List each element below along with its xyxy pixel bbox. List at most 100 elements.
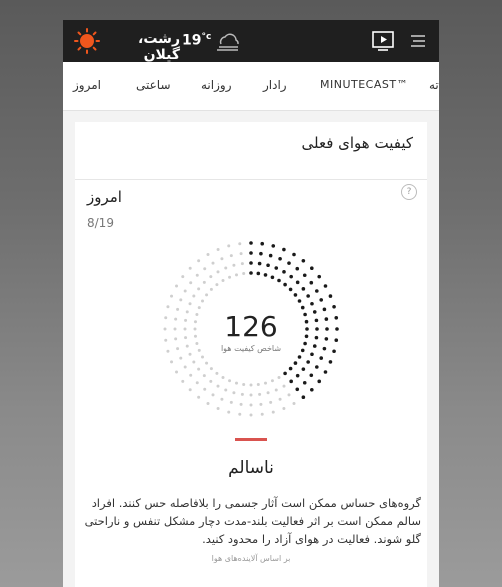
aqi-dial-dot [289,379,293,384]
aqi-dial-dot [184,318,188,322]
aqi-dial-dot [295,280,300,285]
aqi-dial-dot [203,267,207,271]
aqi-dial-dot [175,284,179,288]
location-name[interactable]: رشت، گیلان [106,31,180,63]
aqi-dial-dot [319,356,324,360]
current-temperature: 19°c [182,32,211,49]
status-indicator-bar [235,438,267,441]
aqi-dial-dot [239,402,243,406]
aqi-dial-dot [310,388,314,392]
aqi-dial-dot [315,289,319,293]
aqi-dial-dot [240,392,244,396]
aqi-description: گروه‌های حساس ممکن است آثار جسمی را بلاف… [84,496,421,546]
aqi-dial-dot [183,365,187,369]
tab-daily[interactable]: روزانه [201,78,232,92]
aqi-dial-dot [205,361,209,365]
aqi-dial-dot [209,367,213,371]
aqi-dial-dot [277,278,281,283]
aqi-dial-dot [301,287,306,291]
aqi-dial-dot [181,275,185,279]
aqi-dial-dot [174,317,178,321]
aqi-dial-dot [260,412,264,416]
card-title: کیفیت هوای فعلی [301,134,414,152]
aqi-dial-dot [328,360,333,364]
aqi-dial-dot [266,391,270,395]
aqi-dial-dot [216,384,220,388]
aqi-dial-dot [303,341,307,346]
menu-icon[interactable] [411,35,425,47]
aqi-dial-dot [202,374,206,378]
aqi-dial-dot [188,388,192,392]
aqi-dial-dot [268,253,273,258]
aqi-dial-dot [270,275,275,280]
aqi-label: شاخص کیفیت هوا [220,344,282,353]
tab-partial[interactable]: ته [429,78,439,92]
aqi-dial-dot [179,298,183,302]
aqi-dial-dot [297,355,302,359]
aqi-dial-dot [317,274,322,279]
aqi-dial-dot [310,352,314,357]
aqi-dial-dot [249,271,253,275]
tab-minutecast[interactable]: MINUTECAST™ [320,78,408,91]
tab-today[interactable]: امروز [73,78,101,92]
aqi-dial-dot [227,410,231,414]
aqi-dial-dot [232,263,236,267]
aqi-dial-dot [293,293,298,297]
aqi-dial-dot [324,317,329,321]
air-quality-card: کیفیت هوای فعلی ? امروز 8/19 126 شاخص کی… [75,122,427,587]
aqi-dial-dot [216,270,220,274]
aqi-dial-dot [270,379,274,383]
aqi-dial-dot [297,299,302,303]
aqi-dial-dot [184,336,188,340]
aqi-dial-dot [189,373,193,377]
aqi-dial-dot [260,241,265,246]
aqi-dial-dot [188,302,192,306]
aqi-dial-dot [322,307,327,312]
aqi-dial-dot [266,263,270,268]
aqi-dial-dot [334,338,339,343]
aqi-dial-dot [303,312,307,317]
aqi-dial-dot [312,310,317,314]
tab-hourly[interactable]: ساعتی [136,78,171,92]
aqi-dial-dot [301,367,306,371]
aqi-dial-dot [292,252,296,257]
aqi-dial-dot [332,304,336,309]
aqi-dial-dot [249,393,253,397]
aqi-dial-dot [235,273,239,277]
aqi-dial-dot [197,287,201,291]
aqi-dial-dot [277,375,281,379]
aqi-dial-dot [310,266,314,270]
aqi-dial-dot [192,294,196,298]
aqi-dial-dot [170,360,174,364]
aqi-dial-dot [335,327,339,331]
aqi-dial-dot [300,305,305,310]
aqi-dial-dot [271,410,275,414]
aqi-dial-dot [282,247,286,252]
aqi-dial-dot [249,241,253,245]
play-icon[interactable] [372,31,394,51]
aqi-dial-dot [249,261,253,265]
aqi-dial-dot [324,337,329,341]
aqi-dial-dot [174,337,178,341]
aqi-dial-dot [274,388,278,392]
aqi-dial-dot [292,401,296,405]
aqi-dial-dot [195,381,199,385]
help-icon[interactable]: ? [401,184,417,200]
aqi-dial-dot [328,294,333,298]
tab-radar[interactable]: رادار [263,78,287,92]
aqi-dial-dot [176,307,180,311]
aqi-dial-dot [181,379,185,383]
aqi-dial-dot [221,375,225,379]
aqi-dial-dot [224,388,228,392]
aqi-dial-dot [302,380,307,385]
aqi-dial-dot [173,327,177,331]
aqi-dial-dot [201,355,205,359]
aqi-source-note: بر اساس آلاینده‌های هوا [211,554,291,563]
aqi-dial-dot [232,391,236,395]
aqi-dial-dot [229,254,233,258]
temperature-unit: °c [201,32,212,42]
aqi-dial-dot [224,266,228,270]
aqi-dial-dot [220,257,224,261]
aqi-dial-dot [256,271,261,276]
aqi-dial-dot [301,395,306,400]
